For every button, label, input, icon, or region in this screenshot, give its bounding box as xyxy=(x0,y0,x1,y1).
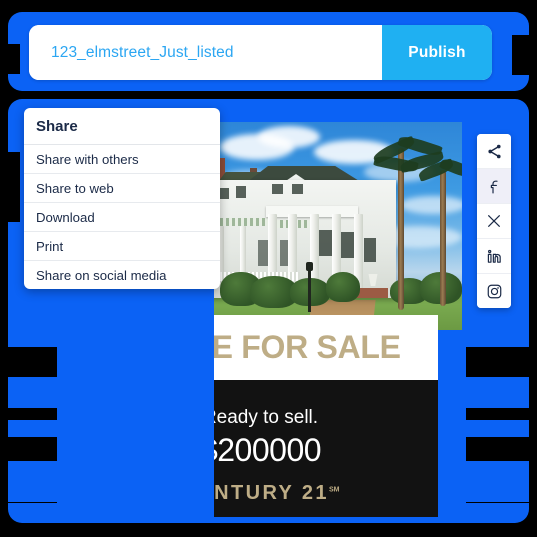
placeholder-bar-left-1 xyxy=(0,44,20,74)
menu-item-share-to-web[interactable]: Share to web xyxy=(24,174,220,203)
share-network-button[interactable] xyxy=(477,134,511,169)
filename-toolbar: Publish xyxy=(29,25,492,80)
facebook-icon xyxy=(486,178,503,195)
share-dropdown-menu: Share Share with others Share to web Dow… xyxy=(24,108,220,289)
poster-brand-logo: CENTURY 21SM xyxy=(214,482,438,505)
poster-price: $200000 xyxy=(214,432,322,468)
placeholder-bar-right-3 xyxy=(466,408,537,420)
social-share-rail xyxy=(477,134,511,308)
headline-text: HOUSE FOR SALE xyxy=(214,329,401,365)
menu-item-download[interactable]: Download xyxy=(24,203,220,232)
menu-item-share-with-others[interactable]: Share with others xyxy=(24,145,220,174)
linkedin-button[interactable] xyxy=(477,239,511,274)
menu-item-print[interactable]: Print xyxy=(24,232,220,261)
linkedin-icon xyxy=(486,248,503,265)
share-network-icon xyxy=(486,143,503,160)
placeholder-bar-left-4 xyxy=(0,408,57,420)
x-twitter-icon xyxy=(486,213,502,229)
placeholder-bar-right-4 xyxy=(466,437,537,461)
instagram-icon xyxy=(486,283,503,300)
x-twitter-button[interactable] xyxy=(477,204,511,239)
headline-banner: HOUSE FOR SALE xyxy=(214,315,438,380)
instagram-button[interactable] xyxy=(477,274,511,308)
brand-servicemark: SM xyxy=(328,486,340,494)
placeholder-bar-left-5 xyxy=(0,437,57,461)
placeholder-line-right xyxy=(466,502,537,503)
share-menu-title: Share xyxy=(24,108,220,145)
publish-button[interactable]: Publish xyxy=(382,25,492,80)
placeholder-bar-right-1 xyxy=(512,35,537,75)
facebook-button[interactable] xyxy=(477,169,511,204)
poster-footer: Ready to sell. $200000 CENTURY 21SM xyxy=(214,367,438,517)
placeholder-line-left xyxy=(0,502,57,503)
design-canvas[interactable]: HOUSE FOR SALE Ready to sell. $200000 CE… xyxy=(214,122,462,517)
filename-input[interactable] xyxy=(29,25,382,80)
placeholder-bar-left-3 xyxy=(0,347,57,377)
placeholder-bar-left-2 xyxy=(0,152,20,222)
app-backdrop: Publish Share Share with others Share to… xyxy=(0,0,537,537)
placeholder-bar-right-2 xyxy=(466,347,537,377)
house-photo xyxy=(214,122,462,330)
brand-name: CENTURY 21 xyxy=(214,482,329,504)
poster-tagline: Ready to sell. xyxy=(214,407,319,428)
menu-item-share-on-social-media[interactable]: Share on social media xyxy=(24,261,220,289)
